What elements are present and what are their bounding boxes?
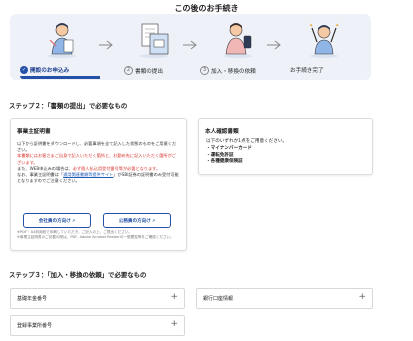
list-item: ・各種健康保険証	[206, 159, 243, 165]
svg-text:✦: ✦	[335, 23, 339, 29]
page: { "header": { "title": "この後のお手続き" }, "st…	[0, 0, 413, 341]
step-documents: 2 書類の提出	[112, 14, 192, 80]
step3-heading: ステップ３：「加入・移換の依頼」で必要なもの	[9, 271, 147, 279]
active-step-indicator	[20, 76, 100, 79]
step-number: 3	[200, 66, 209, 75]
accordion-basic-pension-number[interactable]: 基礎年金番号 +	[10, 288, 185, 309]
check-icon: ✓	[20, 66, 28, 74]
step-number: 2	[124, 66, 133, 75]
id-documents-list: 以下のいずれか1点をご用意ください。 ・マイナンバーカード ・運転免許証 ・各種…	[206, 139, 288, 165]
person-with-phone-icon	[224, 23, 252, 58]
step-label: お手続き完了	[290, 68, 324, 74]
arrow-right-icon	[267, 40, 281, 50]
download-employee-button[interactable]: 会社員の方向け↗	[23, 213, 91, 228]
download-civil-servant-button[interactable]: 公務員の方向け↗	[103, 213, 171, 228]
plus-icon: +	[170, 319, 178, 329]
page-title: この後のお手続き	[174, 4, 239, 13]
id-documents-card: 本人確認書類 以下のいずれか1点をご用意ください。 ・マイナンバーカード ・運転…	[198, 118, 373, 175]
plus-icon: +	[358, 292, 366, 302]
step-label: 開設のお申込み	[30, 68, 70, 74]
step-application: ✓ 開設のお申込み	[20, 14, 100, 80]
accordion-bank-account-info[interactable]: 銀行口座情報 +	[196, 288, 373, 309]
external-link-icon: ↗	[71, 218, 76, 223]
step-complete: ✦ ✦ お手続き完了	[282, 14, 362, 80]
card-title: 本人確認書類	[205, 129, 239, 135]
svg-text:✦: ✦	[309, 23, 313, 29]
list-item: ・マイナンバーカード	[206, 145, 252, 151]
steps-progress: ✓ 開設のお申込み 2 書類の提出 3 加入・移換の依頼 ✦ ✦ お手続き完了	[10, 14, 371, 80]
employer-certificate-card: 事業主証明書 以下から証明書をダウンロードし、必要事項を全て記入した状態のものを…	[10, 118, 187, 251]
person-celebrating-icon: ✦ ✦	[309, 23, 339, 58]
accordion-business-office-number[interactable]: 登録事業所番号 +	[10, 315, 185, 336]
step-transfer-request: 3 加入・移換の依頼	[196, 14, 276, 80]
card-description: 以下から証明書をダウンロードし、必要事項を全て記入した状態のものをご用意ください…	[17, 141, 179, 184]
external-link-icon: ↗	[151, 218, 156, 223]
plus-icon: +	[170, 292, 178, 302]
card-title: 事業主証明書	[17, 129, 51, 135]
document-site-link[interactable]: 通用関連書類等提供サイト	[63, 172, 113, 177]
person-with-pen-icon	[48, 23, 76, 58]
documents-icon	[140, 23, 169, 58]
step-label: 加入・移換の依頼	[211, 68, 256, 75]
step2-heading: ステップ２：「書類の提出」で必要なもの	[9, 102, 128, 110]
notes: ※PDF・A4判用紙で印刷していただき、ご記入の上、ご提出ください。 ※事業主証…	[17, 230, 174, 240]
step-label: 書類の提出	[135, 68, 163, 75]
